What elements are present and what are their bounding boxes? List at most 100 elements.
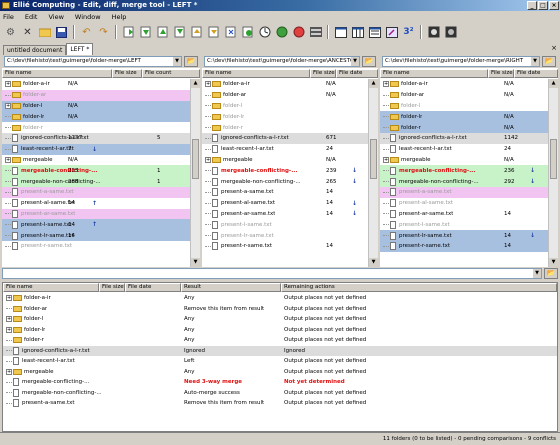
table-row[interactable]: ignored-conflicts-a-l-r.txt Ignored Ignore… [3, 345, 557, 356]
table-row[interactable]: present-l-same.txt [202, 219, 378, 231]
table-row[interactable]: + folder-a-ir N/A [2, 79, 200, 90]
table-row[interactable]: + folder-a-ir Any Output places not yet def… [3, 293, 557, 304]
table-row[interactable]: mergeable-non-conflicting-... 265 ↓ [202, 176, 378, 187]
next-file-icon[interactable] [138, 25, 153, 40]
maximize-button[interactable]: □ [538, 1, 548, 10]
column-header-actions[interactable]: Remaining actions [281, 283, 557, 292]
table-row[interactable]: present-lr-same.txt 14 [2, 230, 200, 241]
table-row[interactable]: least-recent-l-ar.txt 24 [380, 143, 558, 155]
expand-icon[interactable]: + [205, 156, 211, 163]
table-row[interactable]: + folder-lr Any Output places not yet defin… [3, 325, 557, 336]
arrow-down-icon[interactable]: ↓ [352, 210, 357, 217]
filter-icon[interactable] [240, 25, 255, 40]
table-row[interactable]: folder-r [202, 122, 378, 133]
scroll-up-icon[interactable]: ▲ [369, 79, 378, 88]
table-row[interactable]: present-r-same.txt [2, 240, 200, 252]
expand-icon[interactable]: + [5, 102, 11, 109]
scroll-down-icon[interactable]: ▼ [369, 258, 378, 267]
column-header-name[interactable]: File name [2, 69, 112, 78]
scroll-thumb[interactable] [192, 139, 199, 179]
column-header-date[interactable]: File date [336, 69, 378, 78]
undo-icon[interactable]: ↶ [79, 25, 94, 40]
arrow-down-icon[interactable]: ↓ [530, 232, 535, 239]
menu-help[interactable]: Help [112, 13, 127, 21]
menu-file[interactable]: File [3, 13, 14, 21]
table-row[interactable]: folder-lr [202, 111, 378, 123]
column-header-name[interactable]: File name [202, 69, 310, 78]
table-row[interactable]: present-ar-same.txt [2, 208, 200, 220]
table-row[interactable]: least-recent-l-ar.txt Left Output places n… [3, 356, 557, 367]
table-row[interactable]: folder-lr N/A [2, 111, 200, 123]
table-row[interactable]: folder-ar Remove this item from result Out… [3, 304, 557, 315]
table-row[interactable]: present-a-same.txt 14 [202, 186, 378, 198]
table-row[interactable]: folder-r [2, 122, 200, 133]
table-row[interactable]: present-al-same.txt 14 ↑ [2, 197, 200, 209]
right-scrollbar[interactable]: ▲ ▼ [548, 79, 558, 267]
left-scrollbar[interactable]: ▲ ▼ [190, 79, 200, 267]
table-row[interactable]: folder-l [202, 100, 378, 112]
table-row[interactable]: + folder-a-ir N/A [202, 79, 378, 90]
mode-icon[interactable] [274, 25, 289, 40]
table-row[interactable]: mergeable-conflicting-... 236 ↓ [380, 165, 558, 177]
column-header-result[interactable]: Result [181, 283, 281, 292]
table-row[interactable]: mergeable-conflicting-... 235 1 [2, 165, 200, 177]
options-icon[interactable] [291, 25, 306, 40]
expand-icon[interactable]: + [5, 156, 11, 163]
table-row[interactable]: mergeable-non-conflicting-... Auto-merge … [3, 388, 557, 399]
left-path-input[interactable]: C:\dev\filehisto\test\guimerge\folder-me… [4, 56, 182, 67]
table-row[interactable]: folder-ar N/A [202, 89, 378, 101]
table-row[interactable]: present-l-same.txt 14 ↑ [2, 219, 200, 231]
arrow-down-icon[interactable]: ↓ [530, 178, 535, 185]
table-row[interactable]: folder-l [380, 100, 558, 112]
table-row[interactable]: + mergeable N/A [2, 154, 200, 166]
table-row[interactable]: folder-ar [2, 89, 200, 101]
gear-icon[interactable] [443, 25, 458, 40]
chevron-down-icon[interactable]: ▼ [173, 57, 181, 66]
arrow-down-icon[interactable]: ↓ [530, 167, 535, 174]
table-row[interactable]: ignored-conflicts-a-l-r.txt 1142 [380, 132, 558, 144]
expand-icon[interactable]: + [6, 316, 12, 323]
left-browse-button[interactable]: 📂 [184, 56, 198, 67]
table-row[interactable]: present-al-same.txt [380, 197, 558, 209]
column-header-name[interactable]: File name [3, 283, 99, 292]
result-path-input[interactable]: ▼ [2, 268, 542, 279]
expand-icon[interactable]: + [383, 156, 389, 163]
close-icon[interactable]: ✕ [20, 25, 35, 40]
minimize-button[interactable]: _ [527, 1, 537, 10]
table-row[interactable]: present-a-same.txt Remove this item from … [3, 398, 557, 409]
expand-icon[interactable]: + [383, 81, 389, 88]
table-row[interactable]: + mergeable N/A [202, 154, 378, 166]
table-row[interactable]: folder-r Any Output places not yet defined [3, 335, 557, 346]
layout-columns-icon[interactable] [308, 25, 323, 40]
arrow-up-icon[interactable]: ↑ [92, 200, 97, 207]
number-icon[interactable] [384, 25, 399, 40]
table-row[interactable]: folder-lr N/A [380, 111, 558, 123]
column-header-date[interactable]: File date [514, 69, 558, 78]
column-header-size[interactable]: File size [310, 69, 336, 78]
menu-edit[interactable]: Edit [25, 13, 38, 21]
edit-icon[interactable] [367, 25, 382, 40]
merge-icon[interactable] [426, 25, 441, 40]
right-browse-button[interactable]: 📂 [542, 56, 556, 67]
table-row[interactable]: present-ar-same.txt 14 ↓ [202, 208, 378, 220]
chevron-down-icon[interactable]: ▼ [531, 57, 539, 66]
table-row[interactable]: least-recent-l-ar.txt 7 ↓ [2, 143, 200, 155]
redo-icon[interactable]: ↷ [96, 25, 111, 40]
table-row[interactable]: ignored-conflicts-a-l-r.txt 671 [202, 132, 378, 144]
chevron-down-icon[interactable]: ▼ [533, 269, 541, 278]
column-header-date[interactable]: File date [125, 283, 181, 292]
previous-file-icon[interactable] [121, 25, 136, 40]
table-row[interactable]: present-r-same.txt 14 [202, 240, 378, 252]
table-row[interactable]: present-al-same.txt 14 ↓ [202, 197, 378, 209]
column-header-size[interactable]: File size [112, 69, 142, 78]
table-row[interactable]: + folder-a-ir N/A [380, 79, 558, 90]
table-row[interactable]: mergeable-non-conflicting-... 292 ↓ [380, 176, 558, 187]
table-row[interactable]: mergeable-conflicting-... Need 3-way merg… [3, 377, 557, 388]
layout-three-icon[interactable] [333, 25, 348, 40]
table-row[interactable]: mergeable-conflicting-... 239 ↓ [202, 165, 378, 177]
menu-view[interactable]: View [48, 13, 63, 21]
table-row[interactable]: present-lr-same.txt 14 ↓ [380, 230, 558, 241]
scroll-down-icon[interactable]: ▼ [549, 258, 558, 267]
table-row[interactable]: + mergeable N/A [380, 154, 558, 166]
arrow-down-icon[interactable]: ↓ [92, 146, 97, 153]
